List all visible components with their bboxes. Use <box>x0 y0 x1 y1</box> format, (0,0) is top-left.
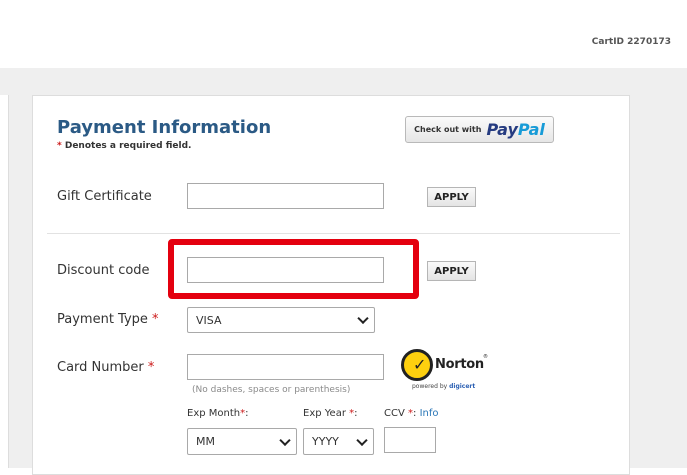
gift-certificate-apply-button[interactable]: APPLY <box>427 187 476 207</box>
norton-digicert: digicert <box>449 383 476 390</box>
norton-check-mark: ✓ <box>413 355 427 374</box>
norton-powered-by: powered by digicert <box>412 383 475 390</box>
ccv-colon: : <box>413 408 417 419</box>
required-note-text: Denotes a required field. <box>61 141 192 151</box>
card-number-label-text: Card Number <box>57 360 144 375</box>
exp-month-colon: : <box>245 408 249 419</box>
chevron-down-icon <box>279 434 291 446</box>
ccv-label: CCV *: Info <box>384 408 439 419</box>
paypal-logo: PayPal <box>486 120 544 139</box>
card-number-label: Card Number * <box>57 360 154 375</box>
card-number-required-star: * <box>147 360 155 375</box>
exp-year-label-text: Exp Year <box>303 408 346 419</box>
payment-type-label: Payment Type * <box>57 312 159 327</box>
norton-seal[interactable]: ✓ Norton ® powered by digicert <box>401 347 491 393</box>
exp-year-label: Exp Year *: <box>303 408 358 419</box>
chevron-down-icon <box>357 312 369 325</box>
norton-wordmark: Norton <box>435 357 484 372</box>
section-divider <box>47 233 620 234</box>
top-bar: CartID 2270173 <box>0 0 687 68</box>
payment-type-label-text: Payment Type <box>57 312 148 327</box>
left-panel <box>0 95 9 468</box>
ccv-input[interactable] <box>384 427 436 453</box>
ccv-info-link[interactable]: Info <box>420 408 439 419</box>
card-number-input[interactable] <box>187 354 384 380</box>
norton-registered-mark: ® <box>483 354 488 360</box>
payment-type-select[interactable]: VISA <box>187 307 375 333</box>
gift-certificate-label: Gift Certificate <box>57 189 152 204</box>
paypal-logo-pal: Pal <box>517 120 545 139</box>
exp-month-label: Exp Month*: <box>187 408 248 419</box>
exp-year-select[interactable]: YYYY <box>303 428 374 455</box>
exp-year-colon: : <box>354 408 358 419</box>
exp-year-selected: YYYY <box>312 435 339 448</box>
paypal-logo-pay: Pay <box>486 120 518 139</box>
card-number-hint: (No dashes, spaces or parenthesis) <box>192 385 351 395</box>
exp-month-select[interactable]: MM <box>187 428 297 455</box>
exp-month-label-text: Exp Month <box>187 408 241 419</box>
payment-type-required-star: * <box>152 312 159 327</box>
ccv-label-text: CCV <box>384 408 405 419</box>
payment-type-selected: VISA <box>196 313 222 327</box>
discount-code-apply-button[interactable]: APPLY <box>427 261 476 281</box>
cart-id: CartID 2270173 <box>591 37 671 47</box>
paypal-prefix: Check out with <box>414 125 482 134</box>
gift-certificate-input[interactable] <box>187 183 384 209</box>
discount-code-label: Discount code <box>57 263 150 278</box>
discount-code-input[interactable] <box>187 257 384 283</box>
chevron-down-icon <box>356 434 368 446</box>
exp-month-selected: MM <box>196 435 215 448</box>
norton-powered-by-text: powered by <box>412 383 450 390</box>
paypal-checkout-button[interactable]: Check out with PayPal <box>405 116 554 143</box>
required-note: * Denotes a required field. <box>57 141 191 151</box>
page-title: Payment Information <box>57 117 272 138</box>
norton-check-icon: ✓ <box>401 349 433 381</box>
